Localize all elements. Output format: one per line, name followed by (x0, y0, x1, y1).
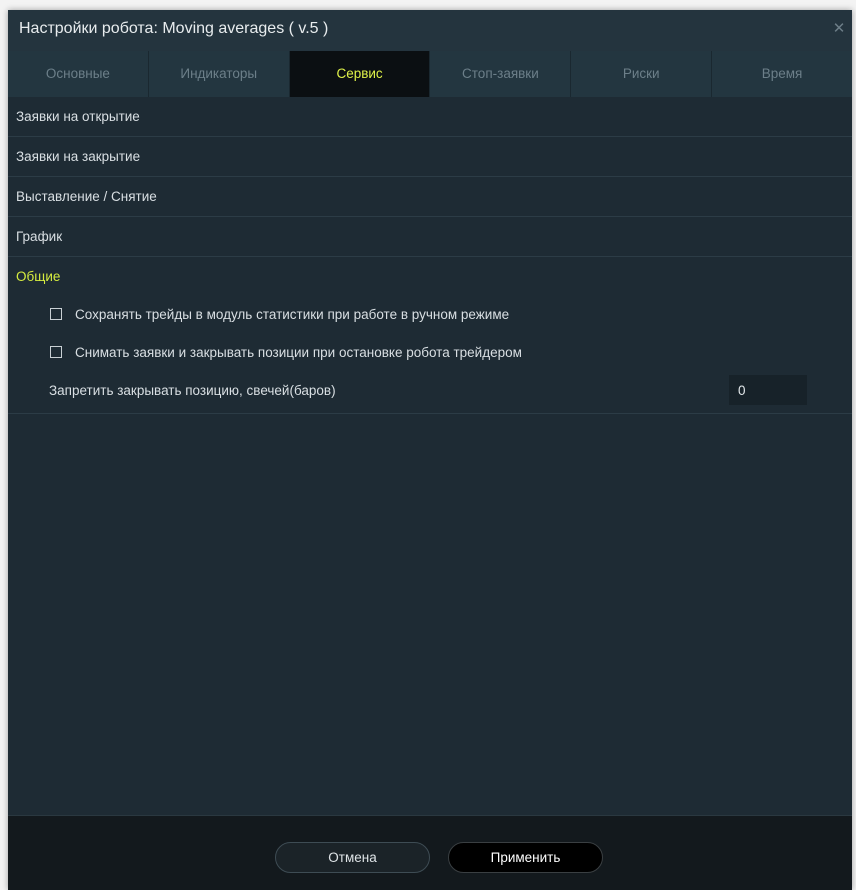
tab-time[interactable]: Время (712, 51, 852, 97)
save-trades-checkbox[interactable] (50, 308, 62, 320)
cancel-orders-checkbox[interactable] (50, 346, 62, 358)
tab-bar: Основные Индикаторы Сервис Стоп-заявки Р… (8, 51, 852, 97)
tab-main[interactable]: Основные (8, 51, 149, 97)
tab-stop-orders[interactable]: Стоп-заявки (430, 51, 572, 97)
forbid-close-row: Запретить закрывать позицию, свечей(баро… (8, 373, 852, 411)
section-chart[interactable]: График (8, 217, 852, 257)
section-open-orders[interactable]: Заявки на открытие (8, 97, 852, 137)
save-trades-row: Сохранять трейды в модуль статистики при… (8, 297, 852, 335)
tab-risks[interactable]: Риски (571, 51, 713, 97)
section-placement-cancel[interactable]: Выставление / Снятие (8, 177, 852, 217)
dialog-title: Настройки робота: Moving averages ( v.5 … (19, 20, 329, 37)
dialog-footer: Отмена Применить (8, 815, 852, 890)
section-general[interactable]: Общие (8, 257, 852, 297)
save-trades-label: Сохранять трейды в модуль статистики при… (75, 307, 510, 322)
tab-indicators[interactable]: Индикаторы (149, 51, 290, 97)
cancel-orders-row: Снимать заявки и закрывать позиции при о… (8, 335, 852, 373)
apply-button[interactable]: Применить (448, 842, 603, 873)
tab-service[interactable]: Сервис (289, 51, 431, 97)
cancel-button[interactable]: Отмена (275, 842, 430, 873)
robot-settings-dialog: Настройки робота: Moving averages ( v.5 … (8, 10, 852, 890)
title-bar[interactable]: Настройки робота: Moving averages ( v.5 … (8, 10, 852, 51)
section-close-orders[interactable]: Заявки на закрытие (8, 137, 852, 177)
settings-content: Заявки на открытие Заявки на закрытие Вы… (8, 97, 852, 815)
section-divider (8, 411, 852, 414)
cancel-orders-label: Снимать заявки и закрывать позиции при о… (75, 345, 522, 360)
forbid-close-bars-input[interactable] (729, 375, 807, 405)
forbid-close-label: Запретить закрывать позицию, свечей(баро… (49, 383, 336, 398)
close-icon[interactable]: ✕ (828, 18, 850, 40)
